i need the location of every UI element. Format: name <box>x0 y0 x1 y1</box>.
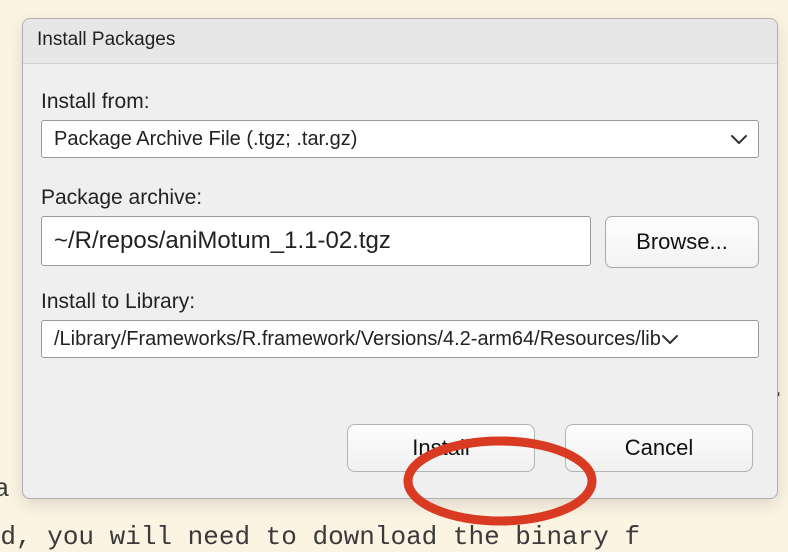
browse-button[interactable]: Browse... <box>605 216 759 268</box>
install-from-value: Package Archive File (.tgz; .tar.gz) <box>54 128 357 151</box>
package-archive-path-field[interactable]: ~/R/repos/aniMotum_1.1-02.tgz <box>41 216 591 266</box>
package-archive-path-value: ~/R/repos/aniMotum_1.1-02.tgz <box>54 227 391 255</box>
install-button[interactable]: Install <box>347 424 535 472</box>
install-to-library-value: /Library/Frameworks/R.framework/Versions… <box>54 328 661 351</box>
cancel-button[interactable]: Cancel <box>565 424 753 472</box>
install-to-library-label: Install to Library: <box>41 290 759 314</box>
chevron-down-icon <box>661 333 679 345</box>
install-button-label: Install <box>412 435 469 461</box>
browse-button-label: Browse... <box>636 229 728 255</box>
backdrop-text-line: stead, you will need to download the bin… <box>0 522 788 552</box>
chevron-down-icon <box>730 133 748 145</box>
install-from-select[interactable]: Package Archive File (.tgz; .tar.gz) <box>41 120 759 158</box>
dialog-title: Install Packages <box>23 19 777 64</box>
install-from-label: Install from: <box>41 90 759 114</box>
package-archive-label: Package archive: <box>41 186 759 210</box>
install-to-library-select[interactable]: /Library/Frameworks/R.framework/Versions… <box>41 320 759 358</box>
install-packages-dialog: Install Packages Install from: Package A… <box>22 18 778 499</box>
cancel-button-label: Cancel <box>625 435 693 461</box>
